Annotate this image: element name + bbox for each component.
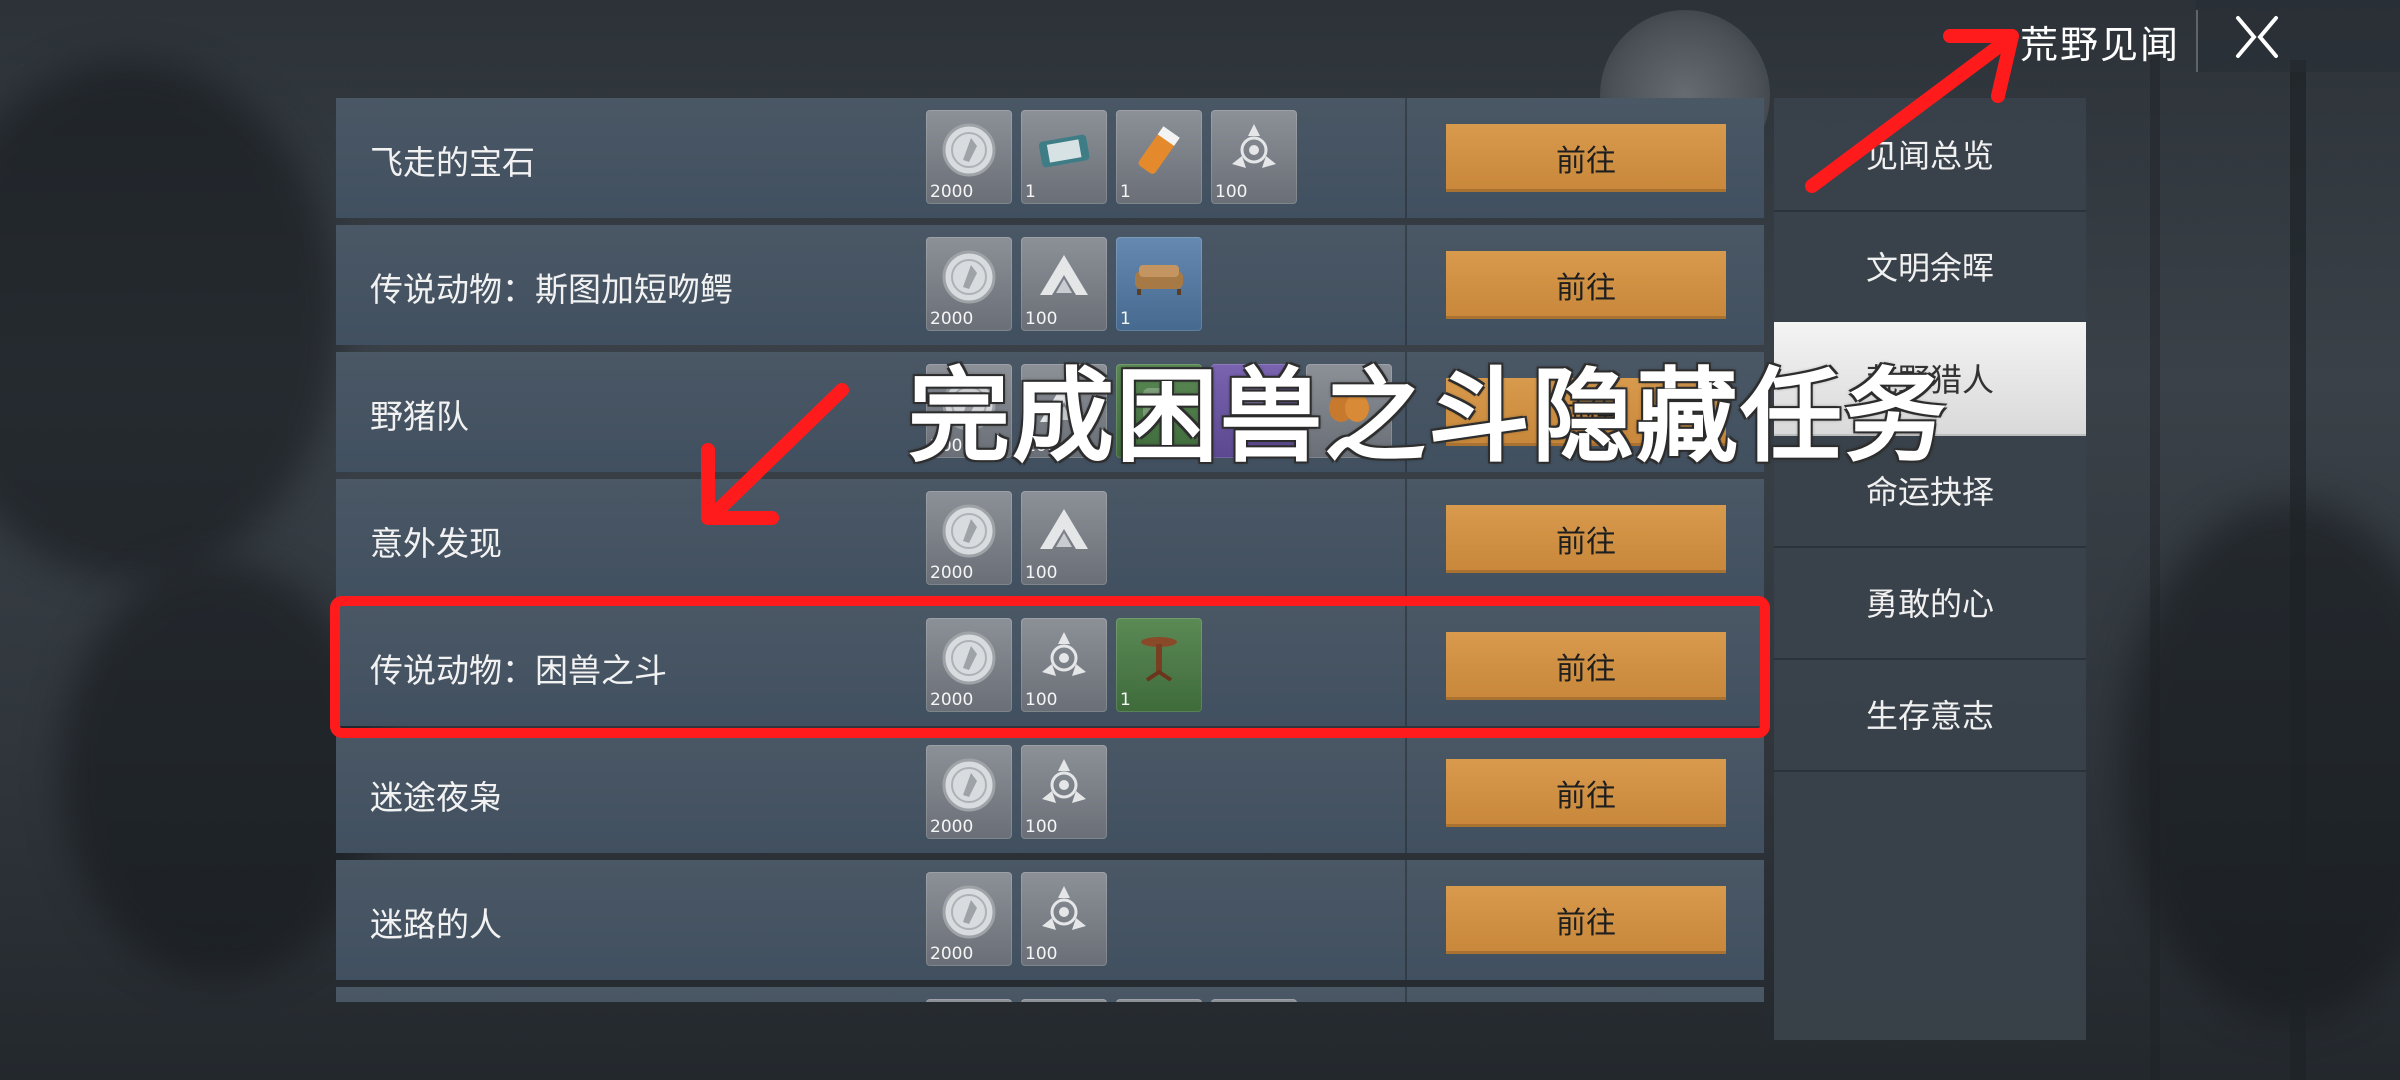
- arrow-to-list: [701, 383, 849, 525]
- annotation-arrows: [701, 29, 2019, 525]
- arrow-to-title: [1805, 29, 2019, 193]
- annotation-caption: 完成困兽之斗隐藏任务: [908, 358, 1948, 477]
